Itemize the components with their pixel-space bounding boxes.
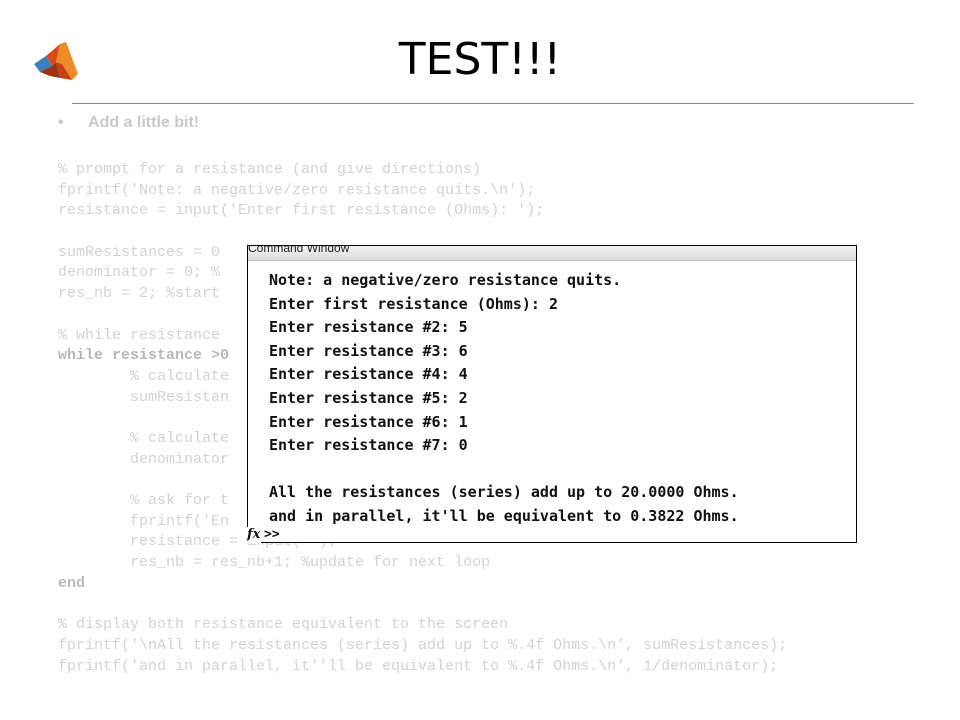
output-line: Enter resistance #3: 6 — [269, 341, 468, 360]
output-line: Enter resistance #2: 5 — [269, 318, 468, 337]
code-line: fprintf('and in parallel, it''ll be equi… — [58, 657, 779, 675]
output-line: and in parallel, it'll be equivalent to … — [269, 506, 739, 525]
code-line: end — [58, 574, 86, 592]
command-window[interactable]: Command Window Note: a negative/zero res… — [247, 245, 857, 543]
code-line: % prompt for a resistance (and give dire… — [58, 161, 482, 178]
title-divider — [72, 103, 914, 104]
output-line: Note: a negative/zero resistance quits. — [269, 271, 622, 289]
slide-title: TEST!!! — [398, 34, 562, 85]
code-line: fprintf('Note: a negative/zero resistanc… — [58, 181, 536, 199]
command-prompt[interactable]: >> — [264, 527, 280, 543]
code-line: fprintf('\nAll the resistances (series) … — [58, 636, 788, 654]
output-line: Enter resistance #7: 0 — [269, 436, 468, 455]
bullet-dot: • — [58, 114, 64, 131]
code-line: res_nb = res_nb+1; %update for next loop — [58, 554, 491, 572]
command-window-titlebar[interactable]: Command Window — [248, 246, 856, 261]
command-window-output: Note: a negative/zero resistance quits. E… — [269, 269, 739, 529]
bullet-item: • Add a little bit! — [58, 114, 199, 132]
output-line: Enter resistance #5: 2 — [269, 388, 468, 407]
output-line: Enter resistance #4: 4 — [269, 365, 468, 384]
command-window-title: Command Window — [248, 246, 350, 255]
output-line: All the resistances (series) add up to 2… — [269, 483, 739, 502]
output-line: Enter first resistance (Ohms): 2 — [269, 294, 558, 313]
bullet-text: Add a little bit! — [88, 114, 200, 131]
code-line: % display both resistance equivalent to … — [58, 616, 509, 634]
function-browser-icon[interactable]: fx — [247, 527, 261, 543]
code-line: resistance = input('Enter first resistan… — [58, 202, 545, 220]
output-line: Enter resistance #6: 1 — [269, 412, 468, 431]
